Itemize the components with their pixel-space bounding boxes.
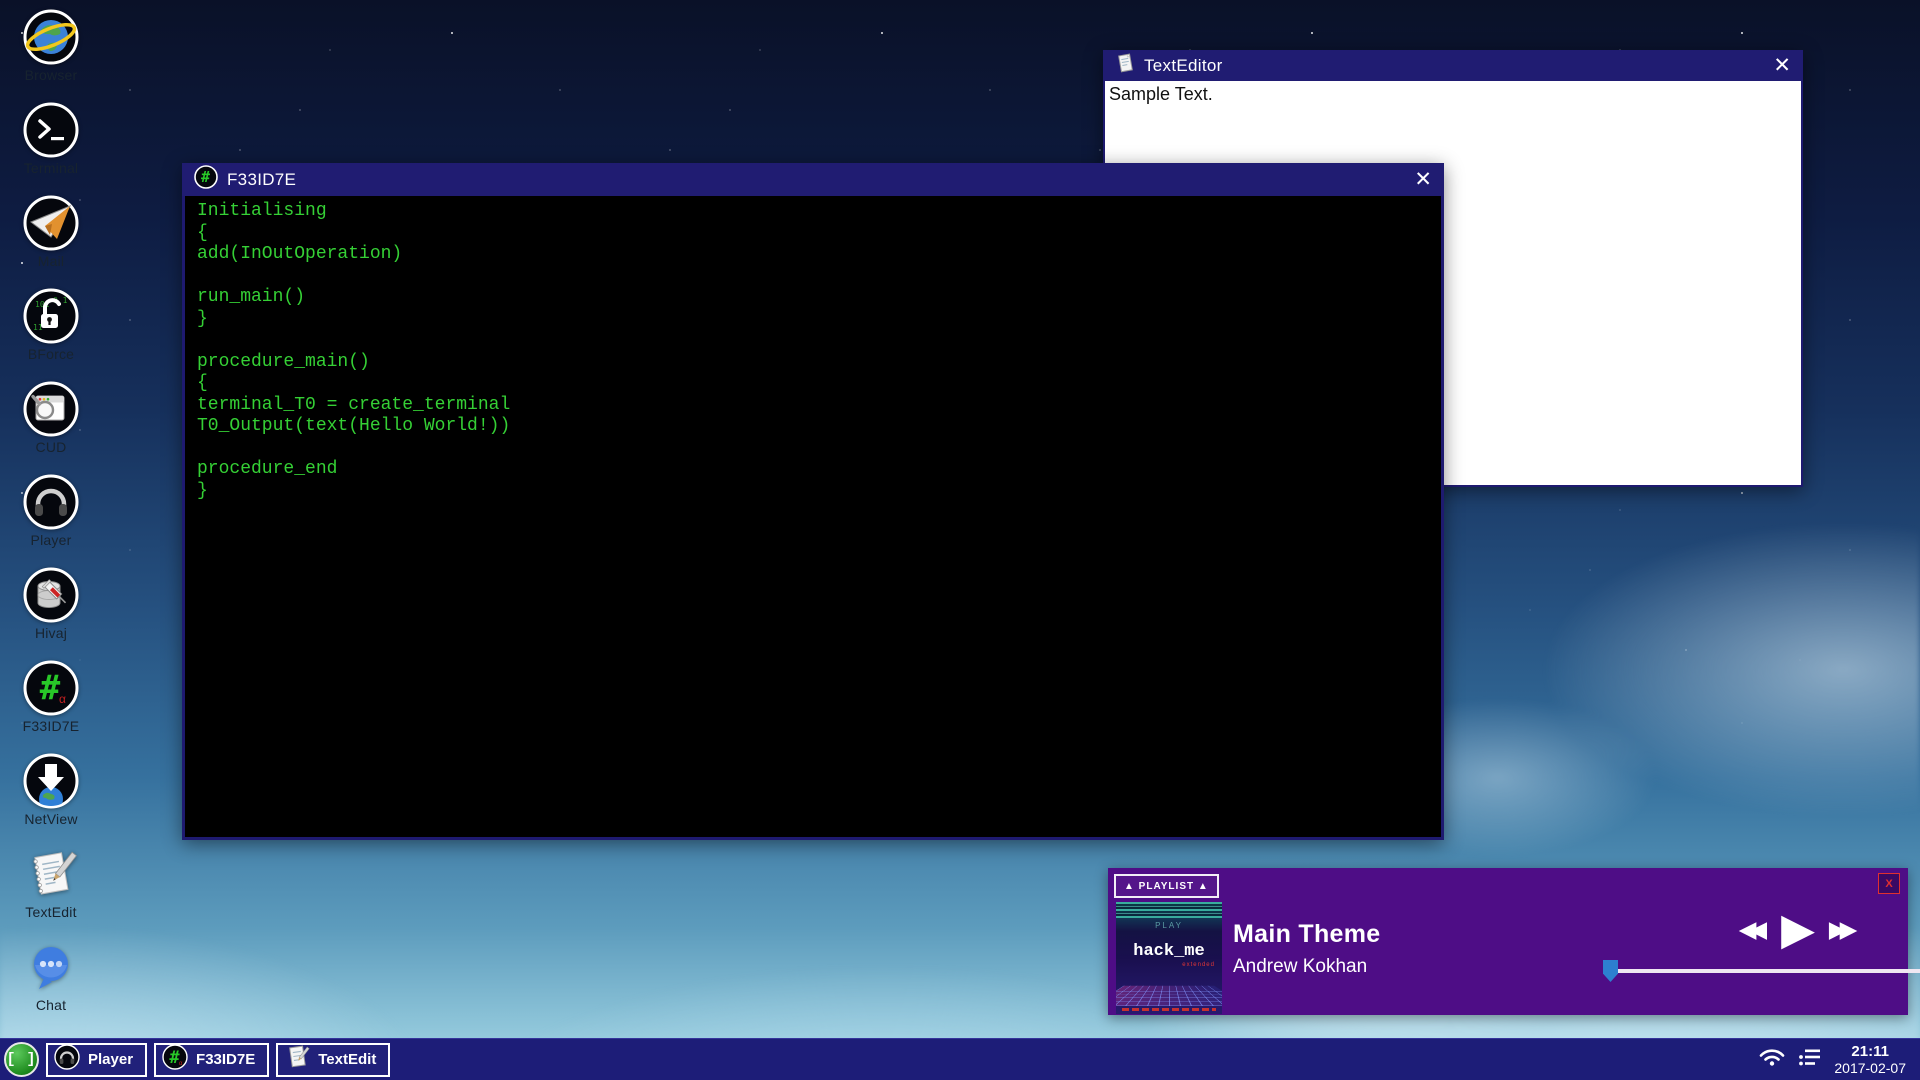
- hash-icon: #: [194, 165, 218, 194]
- desktop-icon-terminal[interactable]: Terminal: [8, 93, 94, 186]
- album-glitch-band: [1116, 902, 1222, 918]
- album-grid-decoration: [1116, 986, 1222, 1006]
- svg-text:α: α: [179, 1061, 183, 1067]
- terminal-window: # F33ID7E ✕ Initialising { add(InOutOper…: [182, 163, 1444, 840]
- taskbar: [ ] Player # α F33ID7E: [0, 1038, 1920, 1080]
- desktop-icon-label: Chat: [36, 997, 66, 1013]
- window-search-icon: [23, 381, 79, 437]
- notepad-icon: [1115, 53, 1135, 78]
- taskbar-item-textedit[interactable]: TextEdit: [276, 1043, 390, 1077]
- terminal-titlebar[interactable]: # F33ID7E ✕: [182, 163, 1444, 196]
- music-player-panel: ▲ PLAYLIST ▲ X PLAY hack_me extended Mai…: [1108, 868, 1908, 1015]
- svg-text:α: α: [59, 692, 66, 706]
- hash-icon: # α: [23, 660, 79, 716]
- headphones-icon: [54, 1044, 80, 1075]
- player-controls: ◀◀ ▶ ▶▶: [1683, 908, 1913, 952]
- taskbar-item-label: F33ID7E: [196, 1051, 255, 1068]
- clock-date: 2017-02-07: [1834, 1060, 1906, 1076]
- close-icon[interactable]: ✕: [1414, 169, 1432, 190]
- desktop-icon-label: Browser: [25, 67, 78, 83]
- texteditor-text: Sample Text.: [1109, 84, 1797, 105]
- taskbar-item-f33id7e[interactable]: # α F33ID7E: [154, 1043, 269, 1077]
- player-close-button[interactable]: X: [1878, 873, 1900, 894]
- window-title: TextEditor: [1144, 56, 1223, 76]
- window-title: F33ID7E: [227, 170, 296, 190]
- album-header-text: PLAY: [1116, 921, 1222, 930]
- desktop-icon-label: CUD: [36, 439, 67, 455]
- desktop-icon-hivaj[interactable]: Hivaj: [8, 558, 94, 651]
- list-icon[interactable]: [1798, 1048, 1822, 1071]
- album-art: PLAY hack_me extended: [1116, 902, 1222, 1014]
- album-subtitle-text: extended: [1182, 962, 1215, 968]
- desktop-icon-chat[interactable]: Chat: [8, 930, 94, 1023]
- desktop-icon-bforce[interactable]: 101 0 1 11 BForce: [8, 279, 94, 372]
- download-globe-icon: [23, 753, 79, 809]
- terminal-icon: [23, 102, 79, 158]
- desktop-icon-f33id7e[interactable]: # α F33ID7E: [8, 651, 94, 744]
- desktop-icon-browser[interactable]: Browser: [8, 0, 94, 93]
- desktop-icon-mail[interactable]: Mail: [8, 186, 94, 279]
- progress-thumb[interactable]: [1603, 960, 1618, 982]
- texteditor-titlebar[interactable]: TextEditor ✕: [1103, 50, 1803, 81]
- hash-icon: # α: [162, 1044, 188, 1075]
- desktop-icon-player[interactable]: Player: [8, 465, 94, 558]
- headphones-icon: [23, 474, 79, 530]
- album-footer-decoration: [1122, 1008, 1216, 1011]
- terminal-code: Initialising { add(InOutOperation) run_m…: [185, 196, 1441, 507]
- globe-icon: [23, 9, 79, 65]
- desktop-icon-label: BForce: [28, 346, 74, 362]
- playlist-toggle-button[interactable]: ▲ PLAYLIST ▲: [1114, 874, 1219, 898]
- start-button[interactable]: [ ]: [4, 1042, 39, 1077]
- wifi-icon[interactable]: [1758, 1047, 1786, 1072]
- desktop-icon-textedit[interactable]: TextEdit: [8, 837, 94, 930]
- desktop-icon-cud[interactable]: CUD: [8, 372, 94, 465]
- close-icon[interactable]: ✕: [1773, 55, 1791, 76]
- track-artist: Andrew Kokhan: [1233, 956, 1367, 978]
- track-title: Main Theme: [1233, 920, 1380, 949]
- taskbar-item-player[interactable]: Player: [46, 1043, 147, 1077]
- play-icon[interactable]: ▶: [1781, 908, 1815, 952]
- taskbar-clock[interactable]: 21:11 2017-02-07: [1834, 1043, 1906, 1076]
- desktop-icon-rail: Browser Terminal Mail: [8, 0, 94, 1023]
- rewind-icon[interactable]: ◀◀: [1739, 917, 1767, 943]
- desktop-icon-label: F33ID7E: [23, 718, 80, 734]
- database-syringe-icon: [23, 567, 79, 623]
- desktop-wallpaper: Browser Terminal Mail: [0, 0, 1920, 1080]
- desktop-icon-label: NetView: [24, 811, 77, 827]
- desktop-icon-label: Hivaj: [35, 625, 67, 641]
- album-title-text: hack_me: [1116, 942, 1222, 961]
- progress-bar[interactable]: [1605, 969, 1920, 973]
- desktop-icon-label: Terminal: [24, 160, 79, 176]
- padlock-icon: 101 0 1 11: [23, 288, 79, 344]
- chat-bubble-icon: [23, 939, 79, 995]
- svg-text:#: #: [40, 668, 61, 708]
- notepad-icon: [284, 1044, 310, 1075]
- taskbar-item-label: Player: [88, 1051, 133, 1068]
- desktop-icon-label: Player: [31, 532, 72, 548]
- system-tray: 21:11 2017-02-07: [1758, 1043, 1920, 1076]
- svg-text:#: #: [201, 168, 210, 186]
- clock-time: 21:11: [1851, 1043, 1889, 1060]
- notepad-icon: [23, 846, 79, 902]
- taskbar-item-label: TextEdit: [318, 1051, 376, 1068]
- desktop-icon-netview[interactable]: NetView: [8, 744, 94, 837]
- desktop-icon-label: TextEdit: [25, 904, 76, 920]
- paper-plane-icon: [23, 195, 79, 251]
- terminal-content-area[interactable]: Initialising { add(InOutOperation) run_m…: [182, 196, 1444, 840]
- desktop-icon-label: Mail: [38, 253, 64, 269]
- fast-forward-icon[interactable]: ▶▶: [1829, 917, 1857, 943]
